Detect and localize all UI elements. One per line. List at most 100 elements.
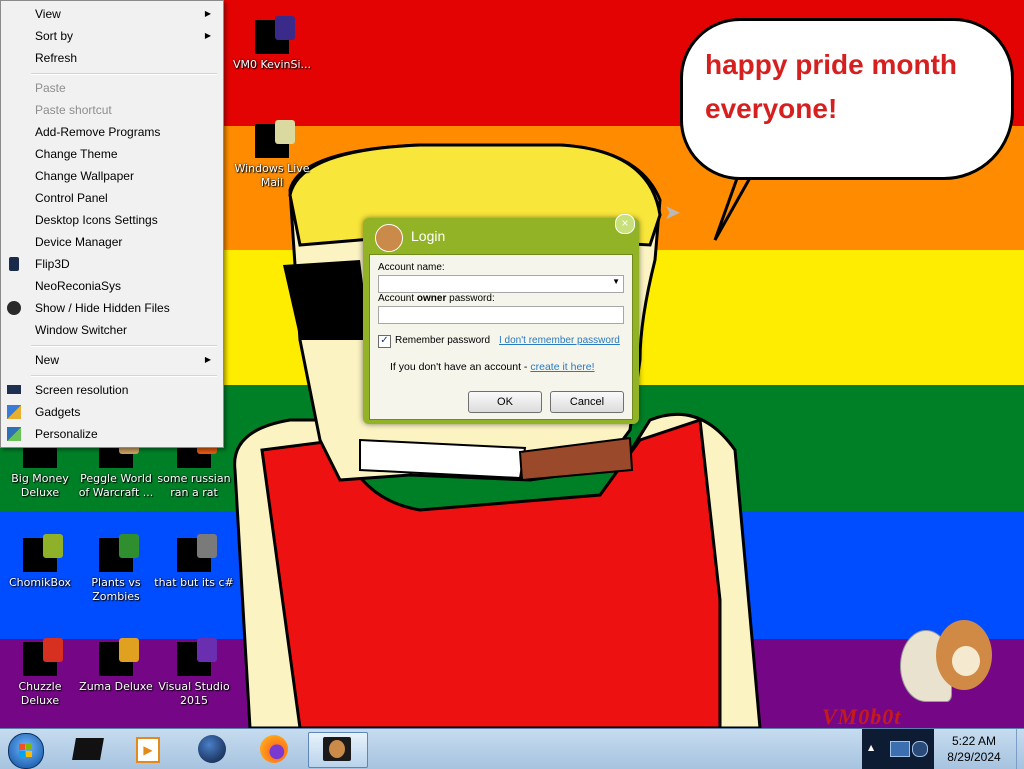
desktop-icon-vm0-kevinsi[interactable]: VM0 KevinSi... <box>232 16 312 72</box>
menu-item-paste[interactable]: Paste <box>1 77 221 99</box>
chevron-down-icon[interactable]: ▼ <box>612 277 620 286</box>
signup-line: If you don't have an account - create it… <box>390 361 595 373</box>
menu-item-show-hide-hidden-files[interactable]: Show / Hide Hidden Files <box>1 297 221 319</box>
desktop-context-menu[interactable]: View ▶ Sort by ▶ Refresh Paste Paste short… <box>0 0 224 448</box>
account-name-label: Account name: <box>378 262 445 273</box>
desktop-icon-label: VM0 KevinSi... <box>232 58 311 71</box>
desktop-icon-visual-studio-2015[interactable]: Visual Studio 2015 <box>154 638 234 708</box>
show-desktop-button[interactable] <box>1016 729 1024 769</box>
game-icon <box>23 638 63 676</box>
ok-button[interactable]: OK <box>468 391 542 413</box>
desktop-icon-label: Visual Studio 2015 <box>158 680 230 707</box>
eye-icon <box>7 301 21 315</box>
desktop-icon-label: Plants vs Zombies <box>91 576 141 603</box>
flip3d-icon <box>9 257 19 271</box>
menu-item-window-switcher[interactable]: Window Switcher <box>1 319 221 341</box>
desktop-icon-plants-vs-zombies[interactable]: Plants vs Zombies <box>76 534 156 604</box>
menu-item-sort-by[interactable]: Sort by ▶ <box>1 25 221 47</box>
clock-date: 8/29/2024 <box>947 750 1001 764</box>
taskbar-app-media-player[interactable]: ▶ <box>124 732 172 766</box>
create-account-link[interactable]: create it here! <box>530 361 594 373</box>
menu-item-paste-shortcut[interactable]: Paste shortcut <box>1 99 221 121</box>
menu-item-refresh[interactable]: Refresh <box>1 47 221 69</box>
network-icon[interactable] <box>890 741 910 757</box>
password-input[interactable] <box>378 306 624 324</box>
game-icon <box>99 534 139 572</box>
forgot-password-link[interactable]: I don't remember password <box>499 335 620 346</box>
taskbar: ▶ ▲ 5:22 AM 8/29/2024 <box>0 728 1024 769</box>
hamster-app-icon <box>23 534 63 572</box>
menu-item-desktop-icons-settings[interactable]: Desktop Icons Settings <box>1 209 221 231</box>
globe-icon <box>198 735 226 763</box>
desktop-icon-chuzzle-deluxe[interactable]: Chuzzle Deluxe <box>0 638 80 708</box>
menu-item-device-manager[interactable]: Device Manager <box>1 231 221 253</box>
clock-time: 5:22 AM <box>951 734 997 748</box>
login-form: Account name: ▼ Account owner password: … <box>369 254 633 420</box>
desktop-icon-that-but-its-csharp[interactable]: that but its c# <box>154 534 234 590</box>
login-dialog[interactable]: Login × Account name: ▼ Account owner pa… <box>363 214 639 424</box>
menu-item-gadgets[interactable]: Gadgets <box>1 401 221 423</box>
desktop-icon-label: ChomikBox <box>9 576 71 589</box>
show-hidden-icons-icon[interactable]: ▲ <box>868 743 874 752</box>
cancel-button[interactable]: Cancel <box>550 391 624 413</box>
password-label: Account owner password: <box>378 293 495 304</box>
menu-item-add-remove-programs[interactable]: Add-Remove Programs <box>1 121 221 143</box>
volume-icon[interactable] <box>912 741 928 757</box>
remember-password-label[interactable]: Remember password <box>395 335 490 346</box>
media-player-icon: ▶ <box>136 737 160 763</box>
hamster-app-icon <box>323 737 351 761</box>
menu-item-view[interactable]: View ▶ <box>1 3 221 25</box>
menu-item-control-panel[interactable]: Control Panel <box>1 187 221 209</box>
desktop-icon-label: Big Money Deluxe <box>11 472 69 499</box>
watermark-text: VM0b0t <box>822 704 902 728</box>
menu-separator <box>31 375 217 377</box>
visual-studio-icon <box>177 638 217 676</box>
taskbar-app-black-box[interactable] <box>64 732 112 766</box>
desktop-icon-label: Peggle World of Warcraft ... <box>78 472 154 499</box>
game-icon <box>99 638 139 676</box>
menu-item-new[interactable]: New ▶ <box>1 349 221 371</box>
desktop-icon-zuma-deluxe[interactable]: Zuma Deluxe <box>76 638 156 694</box>
desktop-icon-label: Zuma Deluxe <box>79 680 153 693</box>
desktop-icon-chomikbox[interactable]: ChomikBox <box>0 534 80 590</box>
gadgets-icon <box>7 405 21 419</box>
clock[interactable]: 5:22 AM 8/29/2024 <box>934 733 1014 765</box>
menu-separator <box>31 73 217 75</box>
submenu-arrow-icon: ▶ <box>204 355 211 364</box>
start-button[interactable] <box>4 730 46 769</box>
paper-plane-icon: ➤ <box>664 200 681 224</box>
desktop-icon-label: some russian ran a rat <box>157 472 231 499</box>
menu-item-screen-resolution[interactable]: Screen resolution <box>1 379 221 401</box>
hamster-logo <box>900 620 1000 706</box>
close-icon[interactable]: × <box>615 214 635 234</box>
mail-icon <box>255 120 295 158</box>
desktop-icon-label: Chuzzle Deluxe <box>18 680 62 707</box>
hamster-app-icon <box>375 224 403 252</box>
taskbar-app-firefox[interactable] <box>250 732 298 766</box>
menu-separator <box>31 345 217 347</box>
desktop-icon-windows-live-mail[interactable]: Windows Live Mail <box>232 120 312 190</box>
speech-bubble-text: happy pride month everyone! <box>705 49 957 124</box>
menu-item-change-theme[interactable]: Change Theme <box>1 143 221 165</box>
menu-item-flip3d[interactable]: Flip3D <box>1 253 221 275</box>
speech-bubble: happy pride month everyone! <box>680 18 1014 180</box>
menu-item-neoreconiasys[interactable]: NeoReconiaSys <box>1 275 221 297</box>
video-file-icon <box>255 16 295 54</box>
submenu-arrow-icon: ▶ <box>204 31 211 40</box>
windows-orb-icon <box>8 733 44 769</box>
dialog-title: Login <box>411 228 446 244</box>
remember-password-checkbox[interactable]: ✓ <box>378 335 391 348</box>
menu-item-personalize[interactable]: Personalize <box>1 423 221 445</box>
desktop-icon-label: Windows Live Mail <box>234 162 310 189</box>
system-tray: ▲ <box>862 729 934 769</box>
account-name-combobox[interactable]: ▼ <box>378 275 624 293</box>
black-box-icon <box>72 738 104 760</box>
monitor-icon <box>7 385 21 394</box>
taskbar-app-globe[interactable] <box>188 732 236 766</box>
personalize-icon <box>7 427 21 441</box>
menu-item-change-wallpaper[interactable]: Change Wallpaper <box>1 165 221 187</box>
file-icon <box>177 534 217 572</box>
submenu-arrow-icon: ▶ <box>204 9 211 18</box>
taskbar-app-chomikbox[interactable] <box>308 732 368 768</box>
firefox-icon <box>260 735 288 763</box>
